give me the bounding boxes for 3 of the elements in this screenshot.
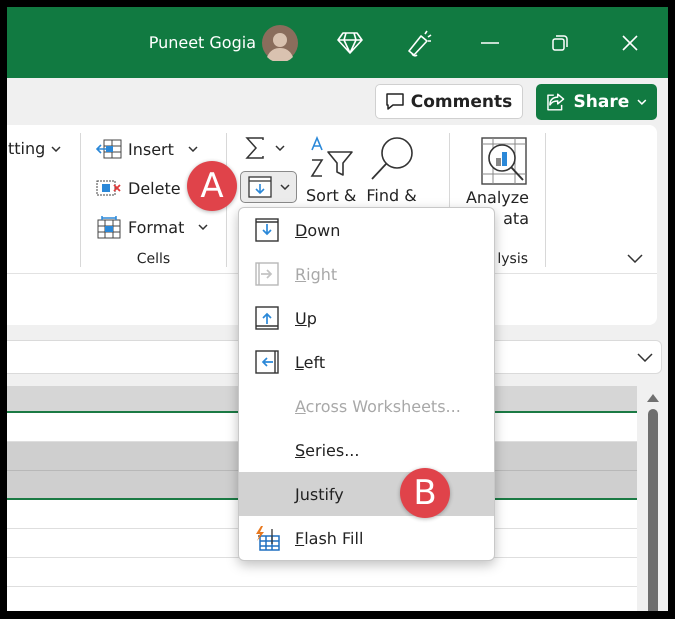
group-label: Cells	[136, 251, 170, 267]
user-name: Puneet Gogia	[148, 33, 256, 52]
group-label: lysis	[497, 251, 528, 267]
